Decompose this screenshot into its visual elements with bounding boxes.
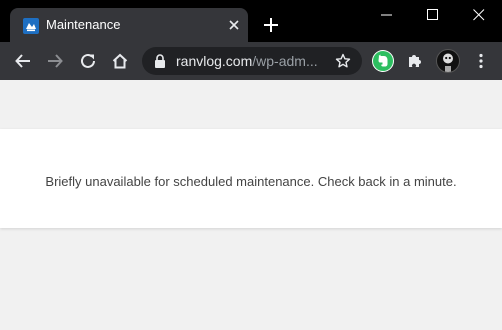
browser-titlebar: Maintenance bbox=[0, 0, 502, 42]
window-minimize-button[interactable] bbox=[364, 0, 410, 30]
evernote-extension-button[interactable] bbox=[372, 50, 394, 72]
address-bar[interactable]: ranvlog.com/wp-adm... bbox=[142, 47, 362, 75]
maintenance-message: Briefly unavailable for scheduled mainte… bbox=[45, 174, 457, 189]
evernote-icon bbox=[373, 51, 393, 71]
profile-avatar-icon bbox=[443, 53, 453, 72]
maintenance-notice: Briefly unavailable for scheduled mainte… bbox=[0, 129, 502, 228]
browser-toolbar: ranvlog.com/wp-adm... bbox=[0, 42, 502, 80]
puzzle-icon[interactable] bbox=[406, 52, 424, 70]
menu-dots-icon[interactable] bbox=[472, 52, 490, 70]
maximize-icon bbox=[427, 9, 438, 20]
page-content: Briefly unavailable for scheduled mainte… bbox=[0, 80, 502, 330]
new-tab-icon[interactable] bbox=[262, 16, 280, 34]
tab-close-icon[interactable] bbox=[226, 17, 242, 33]
back-arrow-icon[interactable] bbox=[14, 52, 32, 70]
url-path: /wp-adm... bbox=[252, 53, 318, 69]
minimize-icon bbox=[381, 14, 392, 16]
window-close-button[interactable] bbox=[456, 0, 502, 30]
tab-title: Maintenance bbox=[46, 17, 121, 32]
lock-icon[interactable] bbox=[154, 54, 166, 68]
window-maximize-button[interactable] bbox=[410, 0, 456, 30]
site-favicon-icon bbox=[23, 18, 39, 34]
url-domain: ranvlog.com bbox=[176, 53, 253, 69]
close-icon bbox=[473, 9, 485, 21]
home-icon[interactable] bbox=[111, 52, 129, 70]
url-text[interactable]: ranvlog.com/wp-adm... bbox=[176, 52, 328, 70]
avatar[interactable] bbox=[436, 49, 460, 73]
star-icon[interactable] bbox=[335, 53, 351, 69]
reload-icon[interactable] bbox=[79, 52, 97, 70]
forward-arrow-icon[interactable] bbox=[46, 52, 64, 70]
tab-maintenance[interactable]: Maintenance bbox=[10, 8, 248, 42]
